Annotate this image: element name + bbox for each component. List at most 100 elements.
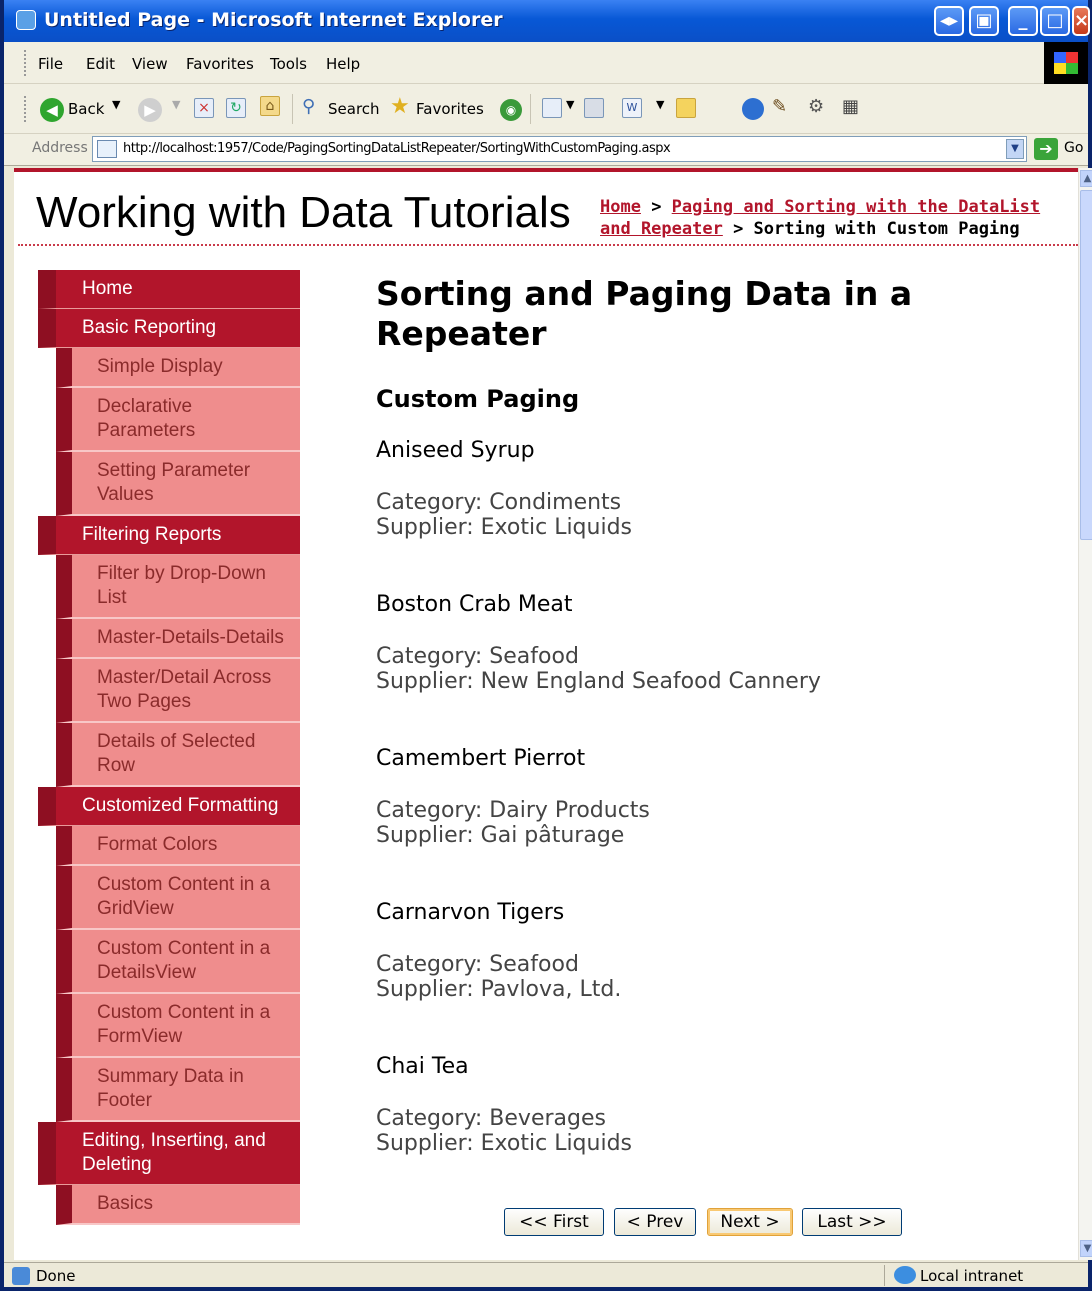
menu-edit[interactable]: Edit xyxy=(86,55,115,73)
section-heading: Custom Paging xyxy=(376,385,580,413)
favorites-star-icon[interactable]: ★ xyxy=(390,94,410,119)
breadcrumb-separator: > xyxy=(640,197,672,217)
sidebar-item-custom-content-detailsview[interactable]: Custom Content in a DetailsView xyxy=(56,930,300,994)
research-icon[interactable]: ✎ xyxy=(772,96,787,117)
word-icon[interactable]: W xyxy=(622,98,642,118)
search-button[interactable]: Search xyxy=(328,100,380,118)
product-name: Chai Tea xyxy=(376,1054,469,1079)
search-icon[interactable]: ⚲ xyxy=(302,96,315,117)
status-separator xyxy=(884,1265,885,1286)
window-title: Untitled Page - Microsoft Internet Explo… xyxy=(44,9,503,31)
product-supplier: Supplier: Gai pâturage xyxy=(376,823,625,848)
messenger-icon[interactable] xyxy=(742,98,764,120)
main-content: Sorting and Paging Data in a Repeater Cu… xyxy=(376,274,1066,1184)
back-arrow-icon[interactable]: ◀ xyxy=(40,98,64,122)
page-icon xyxy=(97,140,117,158)
title-bar: Untitled Page - Microsoft Internet Explo… xyxy=(4,0,1090,42)
tools-icon[interactable]: ⚙ xyxy=(808,96,824,117)
vertical-scrollbar[interactable]: ▲ ▼ xyxy=(1078,168,1092,1260)
breadcrumb-home-link[interactable]: Home xyxy=(600,197,641,217)
product-name: Carnarvon Tigers xyxy=(376,900,565,925)
go-button[interactable]: Go xyxy=(1064,140,1083,156)
first-page-button[interactable]: << First xyxy=(504,1208,604,1236)
product-name: Aniseed Syrup xyxy=(376,438,535,463)
menu-bar: File Edit View Favorites Tools Help xyxy=(4,42,1088,84)
sidebar-section-home[interactable]: Home xyxy=(38,270,300,309)
product-item: Aniseed Syrup Category: Condiments Suppl… xyxy=(376,414,1066,568)
address-label: Address xyxy=(32,140,88,156)
sidebar-item-summary-data-in-footer[interactable]: Summary Data in Footer xyxy=(56,1058,300,1122)
product-item: Camembert Pierrot Category: Dairy Produc… xyxy=(376,722,1066,876)
favorites-button[interactable]: Favorites xyxy=(416,100,484,118)
menu-tools[interactable]: Tools xyxy=(270,55,307,73)
sidebar-section-basic-reporting[interactable]: Basic Reporting xyxy=(38,309,300,348)
history-dropdown-icon[interactable]: ▼ xyxy=(566,98,574,111)
help-icon[interactable]: ◂▸ xyxy=(934,6,964,36)
scroll-up-icon[interactable]: ▲ xyxy=(1080,170,1092,187)
product-name: Camembert Pierrot xyxy=(376,746,586,771)
product-category: Category: Condiments xyxy=(376,490,622,515)
scroll-thumb[interactable] xyxy=(1080,190,1092,540)
product-list: Aniseed Syrup Category: Condiments Suppl… xyxy=(376,414,1066,1184)
maximize-button[interactable]: □ xyxy=(1040,6,1070,36)
restore-icon[interactable]: ▣ xyxy=(969,6,999,36)
page-heading: Sorting and Paging Data in a Repeater xyxy=(376,274,913,353)
history-icon[interactable] xyxy=(542,98,562,118)
sidebar-section-editing-inserting-deleting[interactable]: Editing, Inserting, and Deleting xyxy=(38,1122,300,1185)
prev-page-button[interactable]: < Prev xyxy=(614,1208,696,1236)
sidebar-item-custom-content-gridview[interactable]: Custom Content in a GridView xyxy=(56,866,300,930)
status-text: Done xyxy=(36,1267,76,1285)
address-input[interactable]: http://localhost:1957/Code/PagingSorting… xyxy=(92,136,1027,162)
stop-icon[interactable]: × xyxy=(194,98,214,118)
sidebar-section-filtering-reports[interactable]: Filtering Reports xyxy=(38,516,300,555)
sidebar-item-filter-by-drop-down-list[interactable]: Filter by Drop-Down List xyxy=(56,555,300,619)
address-dropdown-icon[interactable]: ▼ xyxy=(1006,139,1024,159)
forward-dropdown-icon[interactable]: ▼ xyxy=(172,98,180,111)
close-button[interactable]: × xyxy=(1072,6,1090,36)
edit-dropdown-icon[interactable]: ▼ xyxy=(656,98,664,111)
folder-icon[interactable] xyxy=(676,98,696,118)
breadcrumb: Home > Paging and Sorting with the DataL… xyxy=(600,196,1070,240)
sidebar-item-setting-parameter-values[interactable]: Setting Parameter Values xyxy=(56,452,300,516)
menu-help[interactable]: Help xyxy=(326,55,360,73)
page-viewport: Working with Data Tutorials Home > Pagin… xyxy=(14,168,1078,1260)
grid-icon[interactable]: ▦ xyxy=(842,96,859,117)
sidebar-item-basics[interactable]: Basics xyxy=(56,1185,300,1225)
last-page-button[interactable]: Last >> xyxy=(802,1208,902,1236)
product-supplier: Supplier: New England Seafood Cannery xyxy=(376,669,821,694)
back-dropdown-icon[interactable]: ▼ xyxy=(112,98,120,111)
site-title: Working with Data Tutorials xyxy=(36,188,571,237)
go-arrow-icon[interactable]: ➔ xyxy=(1034,138,1058,160)
refresh-icon[interactable]: ↻ xyxy=(226,98,246,118)
media-icon[interactable]: ◉ xyxy=(500,99,522,121)
menu-favorites[interactable]: Favorites xyxy=(186,55,254,73)
header-divider xyxy=(18,244,1078,246)
sidebar-item-declarative-parameters[interactable]: Declarative Parameters xyxy=(56,388,300,452)
product-item: Carnarvon Tigers Category: Seafood Suppl… xyxy=(376,876,1066,1030)
breadcrumb-current: Sorting with Custom Paging xyxy=(753,219,1020,239)
home-icon[interactable]: ⌂ xyxy=(260,96,280,116)
sidebar-section-customized-formatting[interactable]: Customized Formatting xyxy=(38,787,300,826)
sidebar-item-simple-display[interactable]: Simple Display xyxy=(56,348,300,388)
sidebar-item-format-colors[interactable]: Format Colors xyxy=(56,826,300,866)
menu-view[interactable]: View xyxy=(132,55,168,73)
sidebar-item-master-details-details[interactable]: Master-Details-Details xyxy=(56,619,300,659)
breadcrumb-separator: > xyxy=(722,219,754,239)
page-done-icon xyxy=(12,1267,30,1285)
toolbar-grip xyxy=(24,96,28,122)
product-supplier: Supplier: Exotic Liquids xyxy=(376,515,633,540)
product-supplier: Supplier: Pavlova, Ltd. xyxy=(376,977,622,1002)
sidebar-item-master-detail-across-two-pages[interactable]: Master/Detail Across Two Pages xyxy=(56,659,300,723)
address-url[interactable]: http://localhost:1957/Code/PagingSorting… xyxy=(123,141,671,156)
sidebar-nav: Home Basic Reporting Simple Display Decl… xyxy=(38,270,300,1225)
next-page-button[interactable]: Next > xyxy=(707,1208,793,1236)
sidebar-item-details-of-selected-row[interactable]: Details of Selected Row xyxy=(56,723,300,787)
back-button[interactable]: Back xyxy=(68,100,104,118)
print-icon[interactable] xyxy=(584,98,604,118)
menu-file[interactable]: File xyxy=(38,55,63,73)
forward-arrow-icon[interactable]: ▶ xyxy=(138,98,162,122)
browser-window: Untitled Page - Microsoft Internet Explo… xyxy=(0,0,1092,1291)
scroll-down-icon[interactable]: ▼ xyxy=(1080,1240,1092,1257)
minimize-button[interactable]: _ xyxy=(1008,6,1038,36)
sidebar-item-custom-content-formview[interactable]: Custom Content in a FormView xyxy=(56,994,300,1058)
